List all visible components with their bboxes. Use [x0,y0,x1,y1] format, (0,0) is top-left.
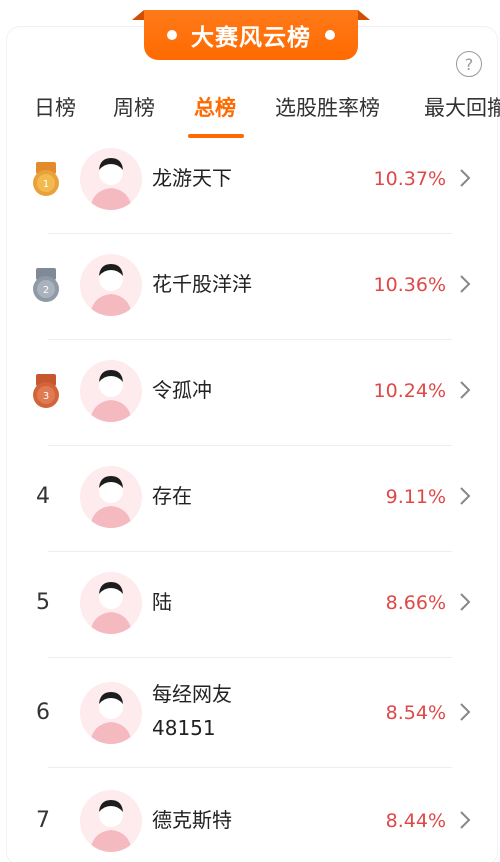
user-name: 每经网友 [152,682,232,706]
user-name-line2: 48151 [152,716,216,740]
avatar[interactable] [80,148,142,210]
rank-number: 4 [36,484,50,509]
tab-max-drawdown[interactable]: 最大回撤 [424,92,500,122]
ranking-row[interactable]: 5 陆 8.66% [0,552,500,658]
ranking-row[interactable]: 6 每经网友 48151 8.54% [0,658,500,768]
return-percentage: 8.54% [385,702,446,724]
ranking-row[interactable]: 7 德克斯特 8.44% [0,768,500,862]
return-percentage: 9.11% [385,486,446,508]
medal-rank-label: 1 [43,179,49,190]
user-name: 令孤冲 [152,378,212,402]
banner-title: 大赛风云榜 [191,25,311,51]
user-name: 陆 [152,590,172,614]
return-percentage: 8.44% [385,810,446,832]
help-icon[interactable]: ? [456,51,482,77]
return-percentage: 10.24% [373,380,446,402]
tab-daily[interactable]: 日榜 [34,92,76,122]
gold-medal-icon: 1 [33,162,59,196]
chevron-right-icon[interactable] [458,380,472,400]
return-percentage: 10.37% [373,168,446,190]
user-name: 德克斯特 [152,808,232,832]
user-name: 存在 [152,484,192,508]
rank-number: 6 [36,700,50,725]
chevron-right-icon[interactable] [458,168,472,188]
chevron-right-icon[interactable] [458,810,472,830]
ranking-row[interactable]: 2 花千股洋洋 10.36% [0,234,500,340]
rank-number: 5 [36,590,50,615]
return-percentage: 8.66% [385,592,446,614]
medal-rank-label: 2 [43,285,49,296]
silver-medal-icon: 2 [33,268,59,302]
ranking-row[interactable]: 1 龙游天下 10.37% [0,128,500,234]
avatar[interactable] [80,360,142,422]
avatar[interactable] [80,682,142,744]
ranking-row[interactable]: 4 存在 9.11% [0,446,500,552]
bronze-medal-icon: 3 [33,374,59,408]
user-name: 花千股洋洋 [152,272,252,296]
avatar[interactable] [80,790,142,852]
tab-weekly[interactable]: 周榜 [113,92,155,122]
return-percentage: 10.36% [373,274,446,296]
banner-dot-left [167,30,177,40]
medal-rank-label: 3 [43,391,49,402]
leaderboard-banner: 大赛风云榜 [132,10,370,60]
banner-dot-right [325,30,335,40]
chevron-right-icon[interactable] [458,274,472,294]
chevron-right-icon[interactable] [458,486,472,506]
ranking-row[interactable]: 3 令孤冲 10.24% [0,340,500,446]
tab-win-rate[interactable]: 选股胜率榜 [275,92,380,122]
user-name: 龙游天下 [152,166,232,190]
avatar[interactable] [80,254,142,316]
chevron-right-icon[interactable] [458,702,472,722]
rank-number: 7 [36,808,50,833]
chevron-right-icon[interactable] [458,592,472,612]
avatar[interactable] [80,466,142,528]
avatar[interactable] [80,572,142,634]
tab-overall[interactable]: 总榜 [194,92,236,122]
